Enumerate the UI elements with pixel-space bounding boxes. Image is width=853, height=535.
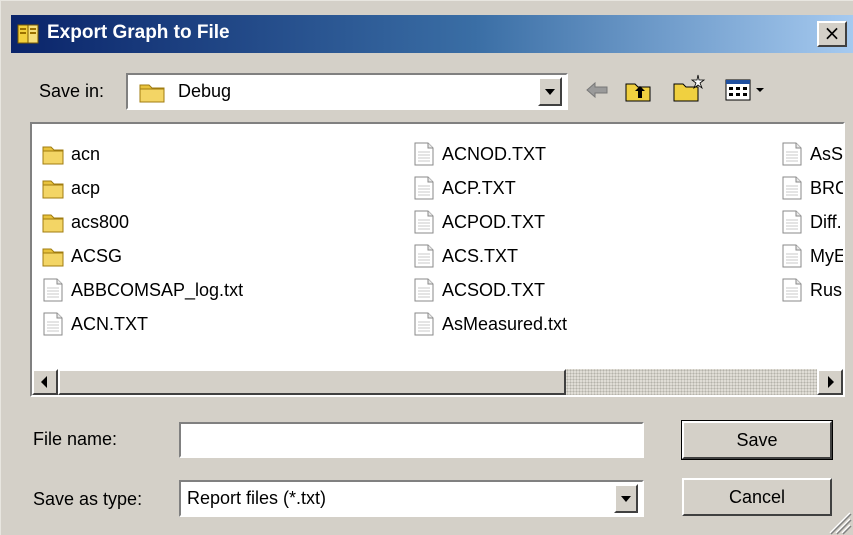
folder-icon	[42, 248, 64, 267]
folder-item[interactable]: acn	[41, 139, 100, 169]
horizontal-scrollbar[interactable]	[32, 369, 843, 395]
file-item[interactable]: ACN.TXT	[41, 309, 148, 339]
file-name: AsMeasured.txt	[442, 313, 568, 334]
file-item[interactable]: AsS	[780, 139, 843, 169]
folder-icon	[42, 180, 64, 199]
text-file-icon	[414, 176, 434, 200]
view-menu-icon[interactable]	[724, 77, 768, 103]
up-folder-icon[interactable]	[624, 79, 652, 103]
text-file-icon	[414, 244, 434, 268]
text-file-icon	[414, 210, 434, 234]
scroll-left-button[interactable]	[32, 369, 58, 395]
save-type-combo[interactable]: Report files (*.txt)	[179, 480, 644, 517]
arrow-right-icon	[828, 376, 834, 388]
cancel-button[interactable]: Cancel	[682, 478, 832, 516]
back-arrow-icon[interactable]	[584, 79, 610, 101]
file-name: ACP.TXT	[442, 177, 516, 198]
text-file-icon	[782, 244, 802, 268]
file-name: acn	[71, 143, 101, 164]
save-in-value: Debug	[178, 81, 232, 101]
close-button[interactable]: ×	[817, 21, 847, 47]
file-item[interactable]: ACP.TXT	[412, 173, 516, 203]
file-item[interactable]: BRC	[780, 173, 845, 203]
book-app-icon	[17, 24, 39, 44]
file-item[interactable]: AsMeasured.txt	[412, 309, 567, 339]
save-in-label: Save in:	[39, 81, 105, 101]
text-file-icon	[43, 312, 63, 336]
folder-icon	[42, 146, 64, 165]
file-item[interactable]: MyE	[780, 241, 845, 271]
scroll-thumb[interactable]	[58, 369, 566, 395]
file-name: ACPOD.TXT	[442, 211, 546, 232]
file-name: Rus	[810, 279, 843, 300]
text-file-icon	[782, 210, 802, 234]
file-name: ABBCOMSAP_log.txt	[71, 279, 244, 300]
file-name: ACS.TXT	[442, 245, 519, 266]
new-folder-icon[interactable]	[672, 73, 706, 103]
file-list[interactable]: acn acp acs800 ACSG ABBCOMSAP_log.txt ACN.TXT…	[30, 122, 845, 397]
text-file-icon	[414, 312, 434, 336]
file-name: ACN.TXT	[71, 313, 149, 334]
text-file-icon	[782, 142, 802, 166]
file-name: acp	[71, 177, 101, 198]
folder-item[interactable]: ACSG	[41, 241, 122, 271]
text-file-icon	[782, 278, 802, 302]
export-dialog: Export Graph to File × Save in: Debug ac…	[0, 0, 853, 535]
file-item[interactable]: ABBCOMSAP_log.txt	[41, 275, 243, 305]
file-name-input[interactable]	[179, 422, 644, 458]
chevron-down-icon	[545, 88, 555, 95]
file-name: ACSOD.TXT	[442, 279, 546, 300]
resize-grip-icon[interactable]	[824, 507, 852, 535]
file-name: AsS	[810, 143, 844, 164]
file-item[interactable]: Diff.	[780, 207, 842, 237]
folder-item[interactable]: acs800	[41, 207, 129, 237]
file-name: ACSG	[71, 245, 123, 266]
text-file-icon	[414, 278, 434, 302]
save-in-dropdown-button[interactable]	[538, 77, 562, 106]
scroll-right-button[interactable]	[817, 369, 843, 395]
file-name: ACNOD.TXT	[442, 143, 547, 164]
file-name: MyE	[810, 245, 845, 266]
save-button[interactable]: Save	[681, 420, 833, 460]
file-name: BRC	[810, 177, 845, 198]
text-file-icon	[782, 176, 802, 200]
arrow-left-icon	[41, 376, 47, 388]
file-item[interactable]: ACNOD.TXT	[412, 139, 546, 169]
folder-item[interactable]: acp	[41, 173, 100, 203]
save-type-value: Report files (*.txt)	[187, 488, 327, 508]
file-name-label: File name:	[33, 429, 118, 449]
save-type-dropdown-button[interactable]	[614, 484, 638, 513]
scroll-track[interactable]	[566, 369, 817, 395]
file-item[interactable]: Rus	[780, 275, 842, 305]
text-file-icon	[43, 278, 63, 302]
folder-icon	[42, 214, 64, 233]
file-item[interactable]: ACSOD.TXT	[412, 275, 545, 305]
save-in-combo[interactable]: Debug	[126, 73, 568, 110]
chevron-down-icon	[621, 495, 631, 502]
file-name: Diff.	[810, 211, 842, 232]
text-file-icon	[414, 142, 434, 166]
file-item[interactable]: ACS.TXT	[412, 241, 518, 271]
file-item[interactable]: ACPOD.TXT	[412, 207, 545, 237]
save-type-label: Save as type:	[33, 489, 143, 509]
folder-icon	[139, 84, 165, 103]
title-bar[interactable]: Export Graph to File ×	[11, 15, 853, 53]
file-name: acs800	[71, 211, 130, 232]
window-title: Export Graph to File	[47, 22, 230, 43]
